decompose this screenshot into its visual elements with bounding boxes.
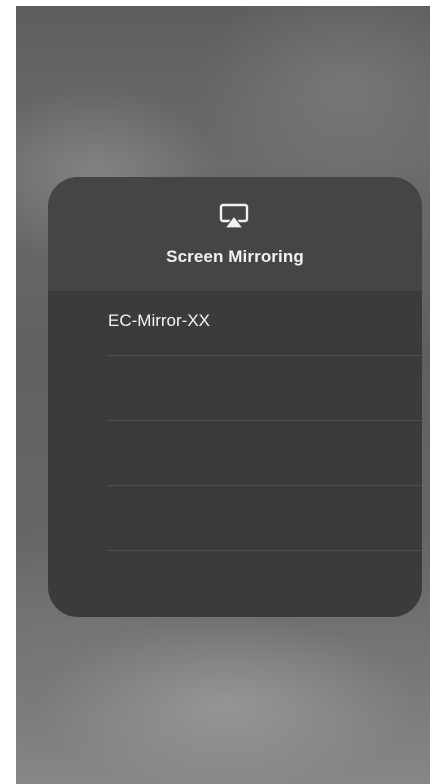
empty-row bbox=[48, 421, 422, 486]
blurred-background: Screen Mirroring EC-Mirror-XX bbox=[16, 6, 430, 784]
empty-row bbox=[48, 486, 422, 551]
empty-row bbox=[48, 356, 422, 421]
airplay-icon bbox=[219, 203, 249, 229]
row-divider bbox=[108, 550, 422, 551]
device-row[interactable]: EC-Mirror-XX bbox=[48, 291, 422, 356]
device-name: EC-Mirror-XX bbox=[108, 311, 210, 330]
device-list: EC-Mirror-XX bbox=[48, 291, 422, 617]
panel-title: Screen Mirroring bbox=[166, 247, 304, 266]
panel-header: Screen Mirroring bbox=[48, 177, 422, 291]
screen-mirroring-panel: Screen Mirroring EC-Mirror-XX bbox=[48, 177, 422, 617]
